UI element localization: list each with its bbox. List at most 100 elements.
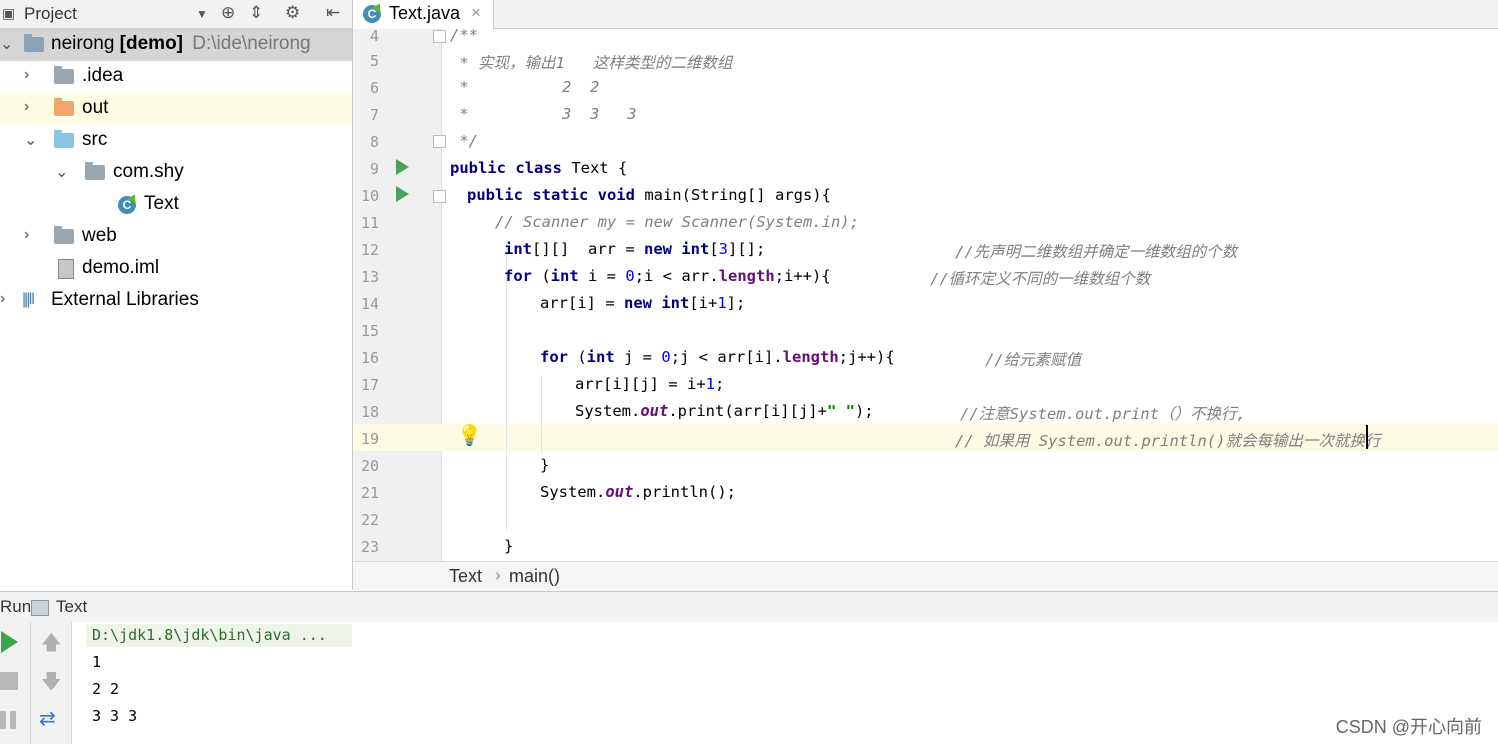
- project-panel-title[interactable]: Project: [24, 4, 77, 24]
- tree-item-label: out: [82, 97, 109, 118]
- library-icon: |||‖: [22, 291, 35, 308]
- code-line: * 2 2: [450, 78, 600, 96]
- line-number: 21: [360, 484, 379, 502]
- run-config-name[interactable]: Text: [56, 597, 87, 617]
- tree-item-src[interactable]: ⌄ src: [0, 125, 352, 157]
- tab-text-java[interactable]: C Text.java ×: [353, 0, 494, 29]
- tree-item-demo-iml[interactable]: demo.iml: [0, 253, 352, 285]
- breadcrumb-method[interactable]: main(): [509, 566, 560, 587]
- rerun-icon[interactable]: [1, 631, 18, 653]
- code-line: * 3 3 3: [450, 105, 637, 123]
- run-toolbar-secondary: 🡅 🡇 ⇄: [31, 622, 72, 744]
- code-line: for (int i = 0;i < arr.length;i++){: [504, 267, 831, 285]
- java-class-icon: C: [363, 5, 381, 23]
- run-class-gutter-icon[interactable]: [396, 159, 409, 175]
- tree-item-label: demo.iml: [82, 257, 160, 278]
- tree-item-text-class[interactable]: C Text: [0, 189, 352, 221]
- tree-item-neirong[interactable]: ⌄ neirong [demo] D:\ide\neirong: [0, 29, 352, 61]
- line-number: 12: [360, 241, 379, 259]
- console-command: D:\jdk1.8\jdk\bin\java ...: [92, 626, 327, 644]
- tree-item-out[interactable]: › out: [0, 93, 352, 125]
- code-comment: //给元素赋值: [985, 351, 1082, 369]
- source-folder-icon: [54, 130, 74, 148]
- module-folder-icon: [24, 34, 44, 52]
- line-number: 20: [360, 457, 379, 475]
- arrow-down-icon[interactable]: 🡇: [41, 667, 62, 701]
- arrow-up-icon[interactable]: 🡅: [41, 628, 62, 662]
- tree-item-label: External Libraries: [51, 289, 199, 310]
- line-number: 15: [360, 322, 379, 340]
- console-line: 2 2: [92, 680, 120, 698]
- code-comment: //注意System.out.print（）不换行,: [960, 405, 1246, 423]
- run-panel-title[interactable]: Run: [0, 597, 31, 617]
- fold-marker-icon[interactable]: [433, 135, 446, 148]
- project-icon: ▣: [2, 5, 16, 21]
- gear-icon[interactable]: ⚙: [285, 3, 300, 23]
- tree-item-external-libraries[interactable]: › |||‖ External Libraries: [0, 285, 352, 317]
- project-panel-header: ▣ Project ▼ ⊕ ⇕ ⚙ ⇤: [0, 0, 352, 29]
- line-number: 14: [360, 295, 379, 313]
- tree-item-label: .idea: [82, 65, 124, 86]
- line-number: 18: [360, 403, 379, 421]
- code-line: /**: [450, 26, 478, 44]
- close-icon[interactable]: ×: [471, 3, 481, 23]
- run-main-gutter-icon[interactable]: [396, 186, 409, 202]
- watermark: CSDN @开心向前: [1335, 717, 1482, 737]
- tree-item-label: neirong: [51, 33, 115, 54]
- tree-item-idea[interactable]: › .idea: [0, 61, 352, 93]
- code-line: // Scanner my = new Scanner(System.in);: [495, 213, 859, 231]
- soft-wrap-icon[interactable]: ⇄: [39, 706, 56, 731]
- line-number: 11: [360, 214, 379, 232]
- code-line: System.out.print(arr[i][j]+" ");: [575, 402, 874, 420]
- code-line: */: [450, 132, 478, 150]
- pause-icon[interactable]: [0, 711, 6, 729]
- console-line: 1: [92, 653, 102, 671]
- iml-file-icon: [58, 259, 74, 279]
- tree-item-web[interactable]: › web: [0, 221, 352, 253]
- chevron-right-icon[interactable]: ›: [24, 226, 29, 244]
- lightbulb-icon[interactable]: 💡: [457, 423, 482, 448]
- locate-icon[interactable]: ⊕: [221, 3, 235, 23]
- folder-icon: [54, 98, 74, 116]
- folder-icon: [54, 66, 74, 84]
- tree-item-label: src: [82, 129, 108, 150]
- package-icon: [85, 162, 105, 180]
- run-toolbar-primary: [0, 622, 31, 744]
- pause-icon[interactable]: [10, 711, 16, 729]
- code-line: }: [504, 537, 514, 555]
- chevron-right-icon[interactable]: ›: [24, 66, 29, 84]
- line-number: 17: [360, 376, 379, 394]
- chevron-down-icon[interactable]: ⌄: [24, 130, 37, 150]
- collapse-all-icon[interactable]: ⇕: [249, 3, 263, 23]
- fold-marker-icon[interactable]: [433, 30, 446, 43]
- code-line: }: [540, 456, 550, 474]
- tree-item-com-shy[interactable]: ⌄ com.shy: [0, 157, 352, 189]
- dropdown-icon[interactable]: ▼: [196, 7, 208, 21]
- chevron-down-icon[interactable]: ⌄: [55, 162, 68, 182]
- line-number: 22: [360, 511, 379, 529]
- code-line: for (int j = 0;j < arr[i].length;j++){: [540, 348, 895, 366]
- code-line: int[][] arr = new int[3][];: [504, 240, 766, 258]
- breadcrumb-class[interactable]: Text: [449, 566, 482, 587]
- code-line: public static void main(String[] args){: [467, 186, 831, 204]
- code-comment: // 如果用 System.out.println()就会每输出一次就换行: [955, 432, 1381, 450]
- line-number: 16: [360, 349, 379, 367]
- line-number: 19: [360, 430, 379, 448]
- module-name-badge: [demo]: [119, 33, 183, 54]
- stop-icon[interactable]: [0, 672, 18, 690]
- tab-label: Text.java: [389, 3, 461, 23]
- chevron-down-icon[interactable]: ⌄: [0, 34, 13, 54]
- code-line: arr[i][j] = i+1;: [575, 375, 725, 393]
- java-class-icon: C: [118, 196, 136, 214]
- chevron-right-icon[interactable]: ›: [24, 98, 29, 116]
- line-number: 8: [369, 133, 379, 151]
- web-folder-icon: [54, 226, 74, 244]
- tree-item-label: Text: [144, 193, 179, 214]
- hide-panel-icon[interactable]: ⇤: [326, 3, 340, 23]
- tree-item-label: com.shy: [113, 161, 184, 182]
- fold-marker-icon[interactable]: [433, 190, 446, 203]
- line-number: 6: [369, 79, 379, 97]
- module-path: D:\ide\neirong: [192, 33, 311, 54]
- chevron-right-icon[interactable]: ›: [0, 290, 5, 308]
- text-cursor: [1366, 425, 1368, 449]
